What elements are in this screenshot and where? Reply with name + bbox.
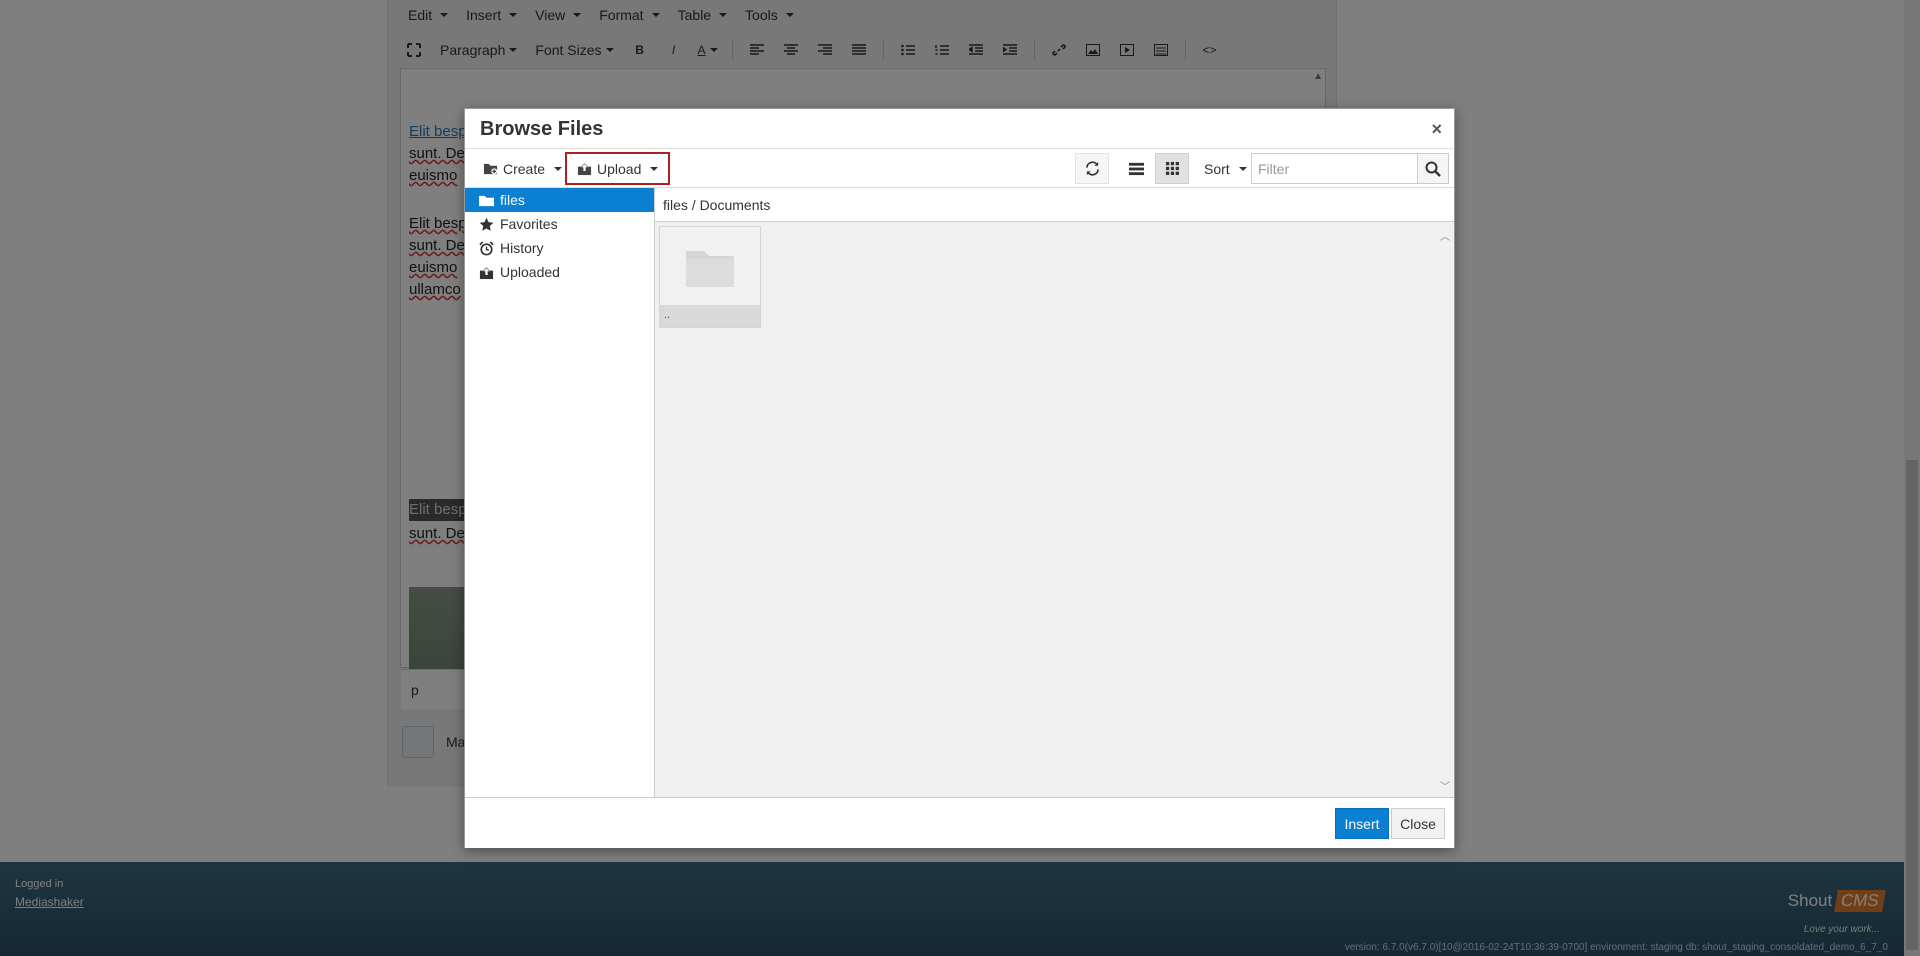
dialog-toolbar: Create Upload Sort bbox=[465, 149, 1454, 188]
sidebar-item-files[interactable]: files bbox=[465, 188, 654, 212]
upload-icon bbox=[577, 163, 592, 176]
file-browser-content: files / Documents ︿ .. ﹀ bbox=[655, 188, 1454, 797]
file-grid[interactable]: ︿ .. ﹀ bbox=[655, 222, 1454, 797]
sort-dropdown[interactable]: Sort bbox=[1196, 153, 1255, 184]
refresh-icon bbox=[1085, 161, 1099, 176]
breadcrumb: files / Documents bbox=[655, 188, 1454, 222]
close-icon[interactable]: × bbox=[1431, 119, 1442, 140]
caret-down-icon bbox=[650, 166, 659, 171]
folder-icon bbox=[479, 195, 494, 206]
scroll-up-icon[interactable]: ︿ bbox=[1440, 228, 1450, 243]
create-folder-icon bbox=[483, 163, 498, 175]
scroll-down-icon[interactable]: ﹀ bbox=[1440, 778, 1450, 793]
list-view-button[interactable] bbox=[1119, 153, 1153, 184]
file-tile-parent-folder[interactable]: .. bbox=[659, 226, 761, 328]
sidebar-item-history[interactable]: History bbox=[465, 236, 654, 260]
file-tile-label: .. bbox=[660, 305, 760, 327]
grid-view-button[interactable] bbox=[1155, 153, 1189, 184]
dialog-sidebar: files Favorites History Uploaded bbox=[465, 188, 655, 797]
search-button[interactable] bbox=[1417, 153, 1449, 184]
upload-box-icon bbox=[479, 266, 494, 279]
create-button[interactable]: Create bbox=[475, 153, 571, 184]
caret-down-icon bbox=[1238, 166, 1247, 171]
alarm-clock-icon bbox=[479, 240, 494, 256]
dialog-title: Browse Files bbox=[480, 118, 604, 140]
filter-input[interactable] bbox=[1251, 153, 1418, 184]
insert-button[interactable]: Insert bbox=[1335, 808, 1389, 839]
sidebar-item-favorites[interactable]: Favorites bbox=[465, 212, 654, 236]
upload-button[interactable]: Upload bbox=[565, 152, 671, 185]
sidebar-item-uploaded[interactable]: Uploaded bbox=[465, 260, 654, 284]
star-icon bbox=[479, 217, 494, 231]
grid-view-icon bbox=[1165, 161, 1179, 175]
dialog-header: Browse Files × bbox=[465, 109, 1454, 149]
dialog-footer: Insert Close bbox=[465, 797, 1454, 848]
list-view-icon bbox=[1128, 162, 1144, 176]
refresh-button[interactable] bbox=[1075, 153, 1109, 184]
folder-icon bbox=[660, 227, 760, 305]
search-icon bbox=[1425, 161, 1441, 177]
caret-down-icon bbox=[554, 166, 563, 171]
browse-files-dialog: Browse Files × Create Upload Sort Filter… bbox=[464, 108, 1455, 848]
close-button[interactable]: Close bbox=[1391, 808, 1445, 839]
